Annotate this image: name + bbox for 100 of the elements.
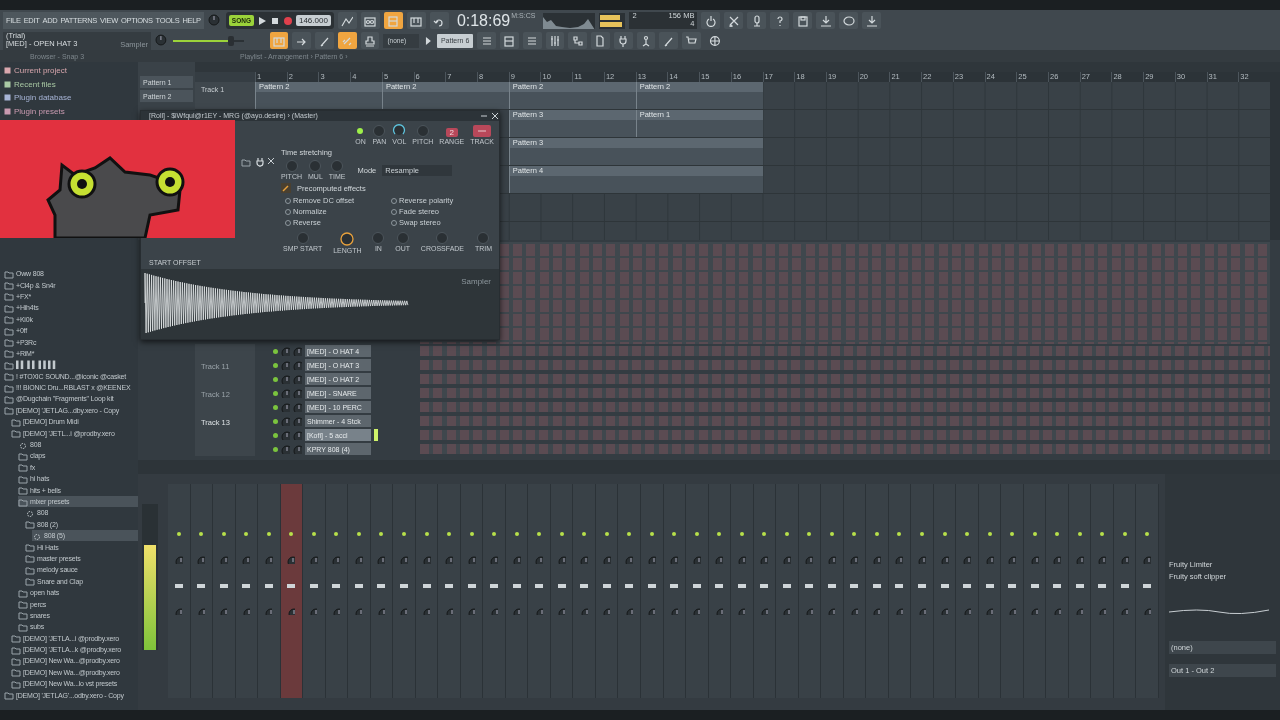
toolbar-button[interactable] — [793, 12, 813, 29]
track-led[interactable] — [402, 532, 406, 536]
toolbar-button[interactable] — [701, 12, 721, 29]
volume-fader[interactable] — [467, 584, 476, 588]
mixer-track[interactable] — [1113, 484, 1137, 698]
knob-icon[interactable] — [242, 608, 250, 615]
knob-icon[interactable] — [423, 608, 430, 615]
knob-icon[interactable] — [580, 556, 589, 564]
knob-icon[interactable] — [281, 430, 290, 440]
knob-icon[interactable] — [265, 608, 273, 615]
mixer-track[interactable] — [821, 484, 844, 698]
knob-icon[interactable] — [445, 556, 453, 564]
knob-icon[interactable] — [670, 556, 679, 564]
toolbar-button[interactable] — [816, 12, 836, 29]
toolbar-button[interactable] — [591, 32, 610, 49]
track-led[interactable] — [221, 532, 226, 536]
volume-fader[interactable] — [264, 584, 273, 588]
knob-icon[interactable] — [535, 556, 544, 564]
toolbar-button[interactable] — [269, 32, 289, 49]
knob-icon[interactable] — [281, 444, 290, 454]
knob-icon[interactable] — [850, 556, 859, 564]
knob-icon[interactable] — [805, 608, 813, 615]
track-led[interactable] — [965, 532, 970, 536]
track-led[interactable] — [1122, 532, 1127, 536]
toolbar-button[interactable] — [360, 12, 380, 29]
knob-icon[interactable] — [281, 346, 290, 356]
knob-icon[interactable] — [293, 416, 302, 426]
track-led[interactable] — [199, 532, 204, 536]
toolbar-button[interactable] — [360, 32, 380, 49]
knob-icon[interactable] — [1031, 608, 1039, 615]
track-led[interactable] — [356, 532, 361, 536]
mixer-track[interactable] — [1046, 484, 1069, 698]
knob-icon[interactable] — [264, 556, 273, 564]
track-led[interactable] — [559, 532, 564, 536]
master-volume-slider[interactable] — [172, 35, 244, 46]
toolbar-button[interactable] — [477, 32, 497, 49]
mixer-track[interactable] — [663, 484, 686, 698]
knob-icon[interactable] — [220, 608, 228, 615]
channel-led[interactable] — [273, 432, 278, 438]
volume-fader[interactable] — [715, 584, 724, 588]
close-icon[interactable] — [267, 157, 275, 165]
knob-icon[interactable] — [647, 556, 656, 564]
mixer-track[interactable] — [595, 484, 619, 698]
volume-fader[interactable] — [940, 584, 949, 588]
track-led[interactable] — [604, 532, 609, 536]
knob-icon[interactable] — [1008, 556, 1017, 564]
track-led[interactable] — [582, 532, 587, 536]
knob-icon[interactable] — [715, 608, 723, 615]
mixer-track[interactable] — [640, 484, 664, 698]
knob-icon[interactable] — [332, 608, 340, 615]
knob-icon[interactable] — [1053, 556, 1062, 564]
mixer-track[interactable] — [978, 484, 1002, 698]
toolbar-button[interactable] — [613, 32, 633, 49]
knob-icon[interactable] — [293, 444, 302, 454]
mixer-track[interactable] — [213, 484, 236, 698]
channel-led[interactable] — [273, 362, 278, 368]
mixer-track[interactable] — [325, 484, 349, 698]
volume-fader[interactable] — [872, 584, 881, 588]
knob-icon[interactable] — [468, 608, 476, 615]
volume-fader[interactable] — [963, 584, 972, 588]
knob-icon[interactable] — [174, 556, 183, 564]
track-led[interactable] — [1145, 532, 1150, 536]
knob-icon[interactable] — [287, 556, 296, 564]
volume-fader[interactable] — [1053, 584, 1062, 588]
toolbar-button[interactable] — [429, 12, 449, 29]
volume-fader[interactable] — [850, 584, 859, 588]
track-led[interactable] — [852, 532, 857, 536]
knob-icon[interactable] — [1030, 556, 1039, 564]
channel-led[interactable] — [273, 446, 278, 452]
folder-icon[interactable] — [241, 157, 251, 167]
minimize-icon[interactable] — [481, 113, 487, 119]
toolbar-button[interactable] — [682, 32, 701, 49]
mixer-track[interactable] — [776, 484, 799, 698]
knob-icon[interactable] — [377, 608, 385, 615]
knob-icon[interactable] — [850, 608, 858, 615]
mixer-track[interactable] — [843, 484, 867, 698]
knob-icon[interactable] — [422, 556, 431, 564]
knob-icon[interactable] — [872, 556, 881, 564]
mixer-track[interactable] — [1023, 484, 1047, 698]
knob-icon[interactable] — [281, 402, 290, 412]
track-led[interactable] — [469, 532, 474, 536]
knob-icon[interactable] — [715, 556, 724, 564]
volume-thumb[interactable] — [228, 35, 235, 46]
volume-fader[interactable] — [805, 584, 814, 588]
mixer-track[interactable] — [1091, 484, 1114, 698]
browser-shortcut[interactable]: Current project — [4, 64, 138, 78]
toolbar-button[interactable] — [770, 12, 790, 29]
knob-icon[interactable] — [602, 556, 611, 564]
mixer-track[interactable] — [1001, 484, 1024, 698]
knob-icon[interactable] — [895, 556, 904, 564]
knob-icon[interactable] — [918, 556, 926, 564]
toolbar-button[interactable] — [315, 32, 334, 49]
toolbar-button[interactable] — [383, 12, 403, 29]
knob-icon[interactable] — [692, 556, 701, 564]
mixer-track[interactable] — [460, 484, 484, 698]
knob-icon[interactable] — [873, 608, 881, 615]
volume-fader[interactable] — [647, 584, 656, 588]
knob-icon[interactable] — [281, 416, 290, 426]
knob-icon[interactable] — [332, 556, 341, 564]
toolbar-button[interactable] — [406, 12, 426, 29]
